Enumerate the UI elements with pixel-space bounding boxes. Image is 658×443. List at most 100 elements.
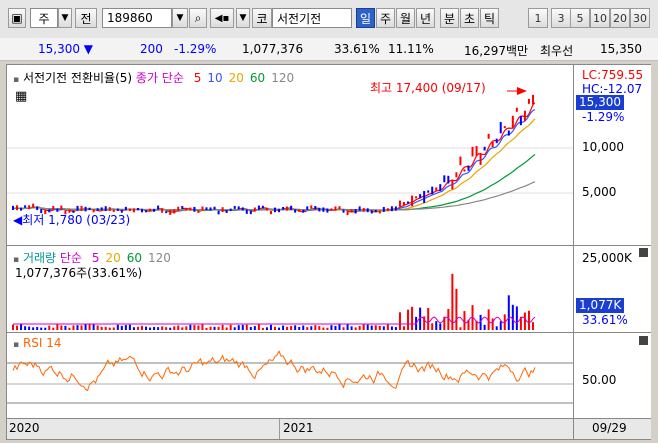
volume-bar bbox=[104, 326, 107, 330]
volume-bar bbox=[302, 325, 305, 330]
period-button-4[interactable]: 분 bbox=[440, 8, 459, 28]
candle bbox=[274, 207, 277, 213]
volume-panel[interactable]: ▪ 거래량 단순 5 20 60 120 1,077,376주(33.61%) bbox=[7, 246, 573, 332]
market-select[interactable]: 주 bbox=[30, 8, 58, 28]
window-icon[interactable]: ▣ bbox=[8, 8, 26, 28]
volume-bar bbox=[229, 324, 232, 330]
volume-bar bbox=[358, 325, 361, 330]
volume-bar bbox=[177, 325, 180, 330]
ma-legend-20: 20 bbox=[105, 251, 121, 265]
volume-bar bbox=[366, 324, 369, 330]
rsi-panel[interactable]: ▪ RSI 14 bbox=[7, 333, 573, 418]
candle bbox=[523, 110, 526, 121]
period-button-5[interactable]: 초 bbox=[460, 8, 479, 28]
code-input[interactable]: 189860 bbox=[102, 8, 172, 28]
volume-bar bbox=[318, 326, 321, 330]
speaker-dropdown-icon[interactable]: ▼ bbox=[236, 8, 250, 28]
volume-bar bbox=[245, 324, 248, 330]
rsi-title: RSI 14 bbox=[22, 336, 62, 350]
max-price-label: 최고 17,400 (09/17) bbox=[370, 81, 486, 95]
volume-value: 1,077,376 bbox=[242, 42, 304, 56]
interval-button-3[interactable]: 10 bbox=[590, 8, 610, 28]
period-button-1[interactable]: 주 bbox=[376, 8, 395, 28]
stock-name-field[interactable]: 서전기전 bbox=[272, 8, 352, 28]
volume-bar bbox=[374, 325, 377, 330]
current-date: 09/29 bbox=[592, 421, 627, 435]
period-button-2[interactable]: 월 bbox=[396, 8, 415, 28]
candle bbox=[173, 209, 176, 214]
candle bbox=[12, 205, 14, 211]
market-button[interactable]: 코 bbox=[252, 8, 272, 28]
volume-bar bbox=[233, 327, 236, 330]
volume-bar bbox=[294, 325, 297, 330]
interval-button-0[interactable]: 1 bbox=[528, 8, 548, 28]
volume-bar bbox=[431, 323, 434, 330]
volume-bar bbox=[96, 325, 99, 330]
volume-bar bbox=[350, 326, 353, 330]
candle bbox=[475, 146, 478, 156]
volume-bar bbox=[213, 326, 216, 330]
candle bbox=[136, 208, 139, 211]
volume-bar bbox=[386, 324, 389, 330]
volume-bar bbox=[209, 326, 212, 330]
candle bbox=[515, 107, 518, 112]
search-icon[interactable]: ⌕ bbox=[189, 8, 207, 28]
x-label-2020: 2020 bbox=[9, 421, 40, 435]
chart-frame[interactable]: ▪ 서전기전 전환비율(5) 종가 단순 5 10 20 60 120 ▦ 최고 17,… bbox=[6, 64, 651, 440]
toolbar: ▣ 주 ▼ 전 189860 ▼ ⌕ ◀▪ ▼ 코 서전기전 일주월년분초틱 1… bbox=[0, 0, 658, 39]
period-button-0[interactable]: 일 bbox=[356, 8, 375, 28]
volume-bar bbox=[249, 326, 252, 330]
chevron-down-icon[interactable]: ▼ bbox=[58, 8, 72, 28]
candle bbox=[233, 205, 236, 209]
candle bbox=[479, 153, 482, 165]
candle bbox=[382, 206, 385, 212]
volume-bar bbox=[507, 295, 510, 330]
type-button[interactable]: 전 bbox=[75, 8, 97, 28]
candle bbox=[487, 133, 490, 139]
candle bbox=[237, 206, 240, 210]
volume-bar bbox=[185, 326, 188, 330]
candle bbox=[302, 209, 305, 213]
candle bbox=[286, 206, 289, 211]
interval-button-2[interactable]: 5 bbox=[570, 8, 590, 28]
volume-bar bbox=[370, 325, 373, 330]
volume-bar bbox=[193, 325, 196, 330]
interval-button-4[interactable]: 20 bbox=[610, 8, 630, 28]
candle bbox=[415, 196, 418, 199]
candle bbox=[342, 209, 345, 213]
candle bbox=[451, 180, 454, 190]
candle bbox=[459, 156, 462, 166]
grid-table-icon[interactable]: ▦ bbox=[15, 89, 27, 104]
candle bbox=[455, 172, 458, 178]
rsi-line bbox=[12, 349, 536, 392]
panel-close-icon[interactable] bbox=[639, 336, 648, 345]
panel-close-icon[interactable] bbox=[639, 248, 648, 257]
code-dropdown-icon[interactable]: ▼ bbox=[172, 8, 188, 28]
speaker-icon[interactable]: ◀▪ bbox=[210, 8, 234, 28]
volume-bar bbox=[241, 324, 244, 330]
volume-bar bbox=[48, 325, 51, 330]
date-axis: 09/29 bbox=[573, 419, 651, 439]
candle bbox=[306, 206, 309, 210]
period-button-6[interactable]: 틱 bbox=[480, 8, 499, 28]
price-panel[interactable]: ▪ 서전기전 전환비율(5) 종가 단순 5 10 20 60 120 ▦ 최고 17,… bbox=[7, 65, 573, 245]
volume-bar bbox=[342, 327, 345, 330]
volume-bar bbox=[390, 326, 393, 330]
volume-bar bbox=[108, 327, 111, 330]
interval-button-1[interactable]: 3 bbox=[551, 8, 571, 28]
candle bbox=[374, 209, 377, 213]
period-button-3[interactable]: 년 bbox=[416, 8, 435, 28]
volume-bar bbox=[286, 326, 289, 330]
candle bbox=[483, 146, 486, 151]
volume-bar bbox=[173, 326, 176, 330]
lc-label: LC:759.55 bbox=[582, 68, 644, 82]
volume-bar bbox=[88, 324, 91, 330]
ma-legend-5: 5 bbox=[91, 251, 100, 265]
candle bbox=[278, 208, 281, 213]
current-price: 15,300 ▼ bbox=[38, 42, 94, 56]
candle bbox=[217, 210, 220, 215]
min-price-text: 최저 1,780 (03/23) bbox=[22, 213, 131, 227]
volume-bar bbox=[116, 324, 119, 330]
candle bbox=[435, 187, 438, 191]
interval-button-5[interactable]: 30 bbox=[630, 8, 650, 28]
